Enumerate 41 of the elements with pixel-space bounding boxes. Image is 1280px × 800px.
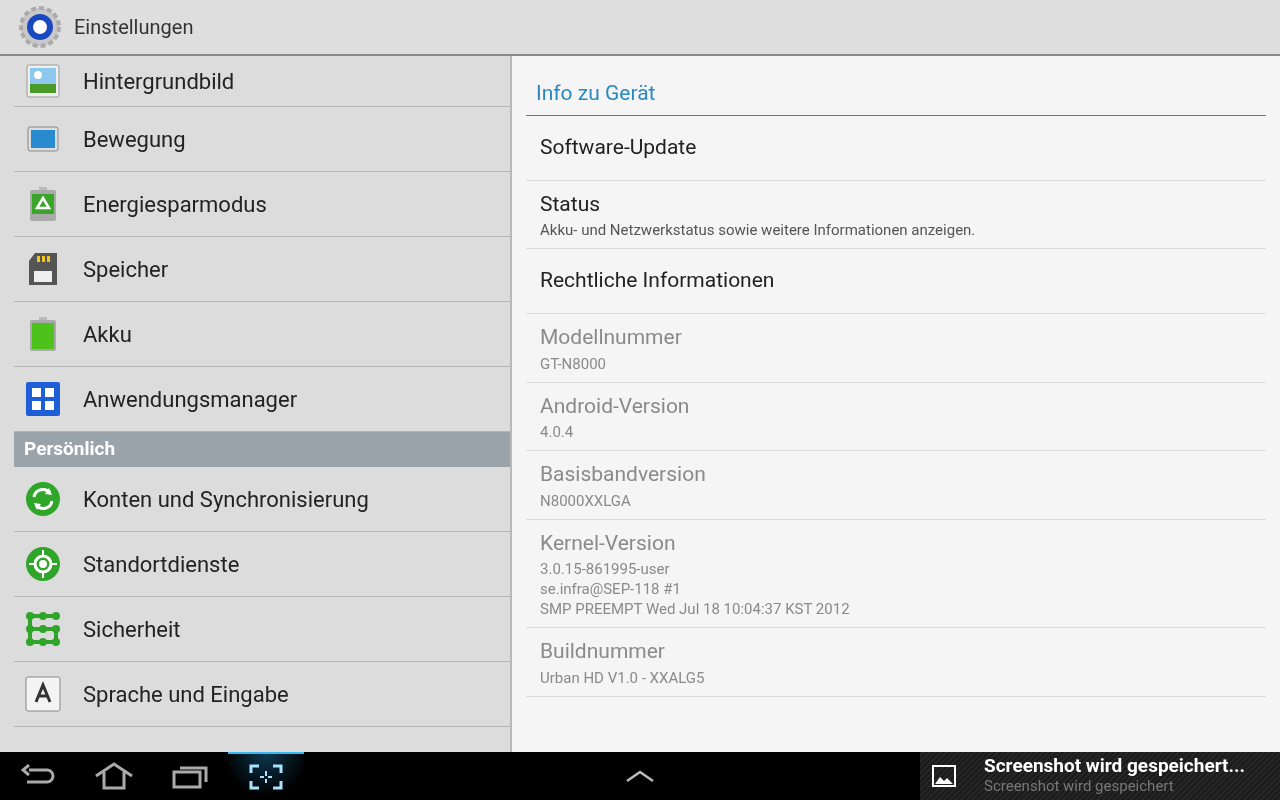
settings-item[interactable]: Energiesparmodus bbox=[14, 172, 510, 237]
chevron-up-icon bbox=[625, 769, 655, 783]
preference-item: Modellnummer GT-N8000 bbox=[526, 314, 1266, 383]
settings-item[interactable]: Konten und Synchronisierung bbox=[14, 467, 510, 532]
pattern-lock-icon bbox=[25, 611, 61, 647]
screen-capture-icon bbox=[249, 764, 283, 790]
item-summary: N8000XXLGA bbox=[540, 490, 632, 511]
sync-icon bbox=[25, 481, 61, 517]
notification-text: Screenshot wird gespeichert bbox=[984, 776, 1175, 796]
preference-item: Basisbandversion N8000XXLGA bbox=[526, 451, 1266, 520]
item-summary: 4.0.4 bbox=[540, 422, 575, 442]
item-summary: SMP PREEMPT Wed Jul 18 10:04:37 KST 2012 bbox=[540, 599, 851, 619]
item-summary: GT-N8000 bbox=[540, 353, 608, 374]
preference-item: Android-Version 4.0.4 bbox=[526, 382, 1266, 451]
item-summary: se.infra@SEP-118 #1 bbox=[540, 579, 682, 599]
gear-icon bbox=[18, 5, 62, 49]
item-summary: Urban HD V1.0 - XXALG5 bbox=[540, 667, 706, 688]
item-summary: 3.0.15-861995-user bbox=[540, 559, 671, 579]
settings-item[interactable]: Bewegung bbox=[14, 107, 510, 172]
home-icon bbox=[94, 762, 134, 790]
section-title: Info zu Gerät bbox=[526, 78, 1266, 116]
preference-item: Buildnummer Urban HD V1.0 - XXALG5 bbox=[526, 628, 1266, 697]
grid-icon bbox=[25, 381, 61, 417]
settings-item[interactable]: Akku bbox=[14, 302, 510, 367]
location-target-icon bbox=[25, 546, 61, 582]
preference-item[interactable]: Rechtliche Informationen bbox=[526, 249, 1266, 314]
notification-title: Screenshot wird gespeichert... bbox=[984, 756, 1246, 776]
settings-item[interactable]: Sicherheit bbox=[14, 597, 510, 662]
landscape-picture-icon bbox=[25, 63, 61, 99]
settings-item[interactable]: Sprache und Eingabe bbox=[14, 662, 510, 727]
section-header: Persönlich bbox=[14, 432, 510, 467]
preference-item[interactable]: Software-Update bbox=[526, 115, 1266, 181]
keyboard-key-icon bbox=[25, 676, 61, 712]
settings-item[interactable]: Hintergrundbild bbox=[14, 56, 510, 107]
item-summary: Akku- und Netzwerkstatus sowie weitere Informationen anzeigen. bbox=[540, 220, 977, 240]
app-title: Einstellungen bbox=[74, 14, 194, 41]
preference-item: Kernel-Version 3.0.15-861995-user se.infra@SEP-118 #1 SMP PREEMPT Wed Jul 18 10:04:37 KST 2012 bbox=[526, 519, 1266, 628]
settings-item[interactable]: Speicher bbox=[14, 237, 510, 302]
preference-item[interactable]: Status Akku- und Netzwerkstatus sowie weitere Informationen anzeigen. bbox=[526, 180, 1266, 249]
image-icon bbox=[932, 765, 956, 787]
settings-item[interactable]: Standortdienste bbox=[14, 532, 510, 597]
